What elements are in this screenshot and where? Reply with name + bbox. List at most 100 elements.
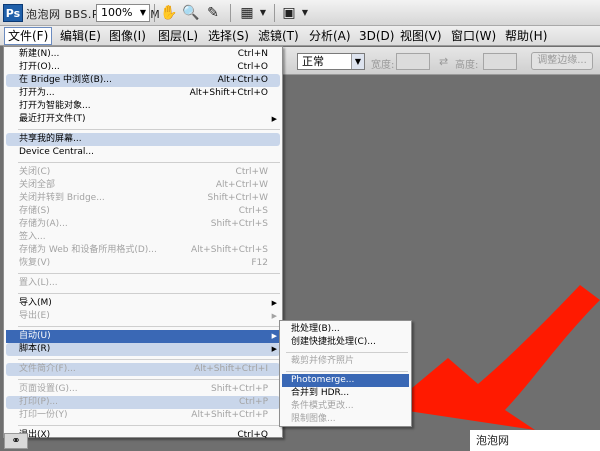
menu-item-shortcut: Ctrl+Q bbox=[237, 430, 268, 440]
menu-item: 存储为 Web 和设备所用格式(D)... Alt+Shift+Ctrl+S bbox=[6, 244, 280, 257]
menu-item-shortcut: Ctrl+P bbox=[239, 397, 268, 407]
automate-submenu: 批处理(B)... 创建快捷批处理(C)... 裁剪并修齐照片 Photomerge.… bbox=[279, 320, 412, 427]
menu-item-shortcut: Alt+Shift+Ctrl+P bbox=[191, 410, 268, 420]
menu-item-label: 存储为 Web 和设备所用格式(D)... bbox=[19, 245, 157, 255]
menu-item-shortcut: F12 bbox=[251, 258, 268, 268]
menu-item-shortcut: Shift+Ctrl+W bbox=[207, 193, 268, 203]
menu-item-shortcut: Alt+Shift+Ctrl+O bbox=[189, 88, 268, 98]
menu-item[interactable]: 脚本(R) ▶ bbox=[6, 343, 280, 356]
menu-item-label: 文件简介(F)... bbox=[19, 364, 76, 374]
menu-item-shortcut: Ctrl+W bbox=[235, 167, 268, 177]
menu-item[interactable]: 最近打开文件(T) ▶ bbox=[6, 113, 280, 126]
menu-item: 关闭(C) Ctrl+W bbox=[6, 166, 280, 179]
menu-separator bbox=[18, 359, 280, 360]
menu-item-label: 关闭并转到 Bridge... bbox=[19, 193, 105, 203]
menu-item-label: 打开为智能对象... bbox=[19, 101, 91, 111]
menu-separator bbox=[18, 273, 280, 274]
menu-item: 存储为(A)... Shift+Ctrl+S bbox=[6, 218, 280, 231]
menu-item-label: 最近打开文件(T) bbox=[19, 114, 86, 124]
menu-item-label: 打开(O)... bbox=[19, 62, 60, 72]
menu-item-label: 自动(U) bbox=[19, 331, 51, 341]
menu-item[interactable]: 打开为... Alt+Shift+Ctrl+O bbox=[6, 87, 280, 100]
menu-item[interactable]: 退出(X) Ctrl+Q bbox=[6, 429, 280, 442]
menu-item[interactable]: 打开(O)... Ctrl+O bbox=[6, 61, 280, 74]
menu-item-label: 导出(E) bbox=[19, 311, 50, 321]
menu-item: 签入... bbox=[6, 231, 280, 244]
menu-separator bbox=[286, 371, 408, 372]
menu-separator bbox=[18, 293, 280, 294]
menu-item-label: 共享我的屏幕... bbox=[19, 134, 82, 144]
menu-item: 文件简介(F)... Alt+Shift+Ctrl+I bbox=[6, 363, 280, 376]
menu-item: 限制图像... bbox=[282, 413, 409, 426]
submenu-arrow-icon: ▶ bbox=[271, 115, 277, 123]
menu-item-label: 合并到 HDR... bbox=[291, 388, 350, 398]
menu-item-shortcut: Shift+Ctrl+S bbox=[210, 219, 268, 229]
status-bar-icon[interactable]: ⚭ bbox=[4, 433, 28, 449]
menu-separator bbox=[18, 326, 280, 327]
menu-item-shortcut: Alt+Shift+Ctrl+S bbox=[191, 245, 268, 255]
menu-item-label: 创建快捷批处理(C)... bbox=[291, 337, 376, 347]
menu-item: 页面设置(G)... Shift+Ctrl+P bbox=[6, 383, 280, 396]
submenu-arrow-icon: ▶ bbox=[271, 312, 277, 320]
menu-separator bbox=[286, 352, 408, 353]
menu-item-label: Photomerge... bbox=[291, 375, 355, 385]
menu-item-label: 恢复(V) bbox=[19, 258, 51, 268]
menu-item-label: 打印一份(Y) bbox=[19, 410, 68, 420]
menu-item[interactable]: 导入(M) ▶ bbox=[6, 297, 280, 310]
submenu-arrow-icon: ▶ bbox=[271, 299, 277, 307]
menu-item[interactable]: 打开为智能对象... bbox=[6, 100, 280, 113]
menu-item[interactable]: 共享我的屏幕... bbox=[6, 133, 280, 146]
menu-item-label: 打开为... bbox=[19, 88, 55, 98]
menu-item: 裁剪并修齐照片 bbox=[282, 355, 409, 368]
menu-item: 打印一份(Y) Alt+Shift+Ctrl+P bbox=[6, 409, 280, 422]
menu-item: 存储(S) Ctrl+S bbox=[6, 205, 280, 218]
menu-item: 关闭全部 Alt+Ctrl+W bbox=[6, 179, 280, 192]
menu-item-label: 存储为(A)... bbox=[19, 219, 68, 229]
menu-item: 置入(L)... bbox=[6, 277, 280, 290]
menu-item[interactable]: 批处理(B)... bbox=[282, 323, 409, 336]
menu-item[interactable]: 自动(U) ▶ bbox=[6, 330, 280, 343]
menu-item-shortcut: Alt+Ctrl+W bbox=[215, 180, 268, 190]
menu-item-label: 打印(P)... bbox=[19, 397, 59, 407]
menu-item: 条件模式更改... bbox=[282, 400, 409, 413]
menu-separator bbox=[18, 379, 280, 380]
menu-item[interactable]: 合并到 HDR... bbox=[282, 387, 409, 400]
file-menu: 新建(N)... Ctrl+N 打开(O)... Ctrl+O 在 Bridge 中浏览… bbox=[3, 46, 283, 440]
menu-item-shortcut: Alt+Ctrl+O bbox=[217, 75, 268, 85]
menu-item-label: 裁剪并修齐照片 bbox=[291, 356, 355, 366]
menu-item[interactable]: 新建(N)... Ctrl+N bbox=[6, 48, 280, 61]
red-arrow-shape bbox=[388, 285, 600, 430]
watermark-bottom: 泡泡网 BBS.PCPOP.COM bbox=[470, 430, 600, 451]
menu-item-label: Device Central... bbox=[19, 147, 94, 157]
menu-item-shortcut: Ctrl+O bbox=[237, 62, 268, 72]
menu-item-label: 新建(N)... bbox=[19, 49, 60, 59]
menu-item: 打印(P)... Ctrl+P bbox=[6, 396, 280, 409]
menu-item-shortcut: Ctrl+N bbox=[237, 49, 268, 59]
menu-separator bbox=[18, 425, 280, 426]
menu-item: 导出(E) ▶ bbox=[6, 310, 280, 323]
menu-item: 恢复(V) F12 bbox=[6, 257, 280, 270]
menu-item-label: 在 Bridge 中浏览(B)... bbox=[19, 75, 112, 85]
menu-separator bbox=[18, 129, 280, 130]
submenu-arrow-icon: ▶ bbox=[271, 345, 277, 353]
menu-item[interactable]: 在 Bridge 中浏览(B)... Alt+Ctrl+O bbox=[6, 74, 280, 87]
menu-item-label: 限制图像... bbox=[291, 414, 336, 424]
menu-item-label: 脚本(R) bbox=[19, 344, 51, 354]
menu-item[interactable]: Photomerge... bbox=[282, 374, 409, 387]
menu-item-label: 关闭全部 bbox=[19, 180, 56, 190]
menu-item-label: 签入... bbox=[19, 232, 46, 242]
menu-separator bbox=[18, 162, 280, 163]
menu-item-label: 置入(L)... bbox=[19, 278, 58, 288]
menu-item: 关闭并转到 Bridge... Shift+Ctrl+W bbox=[6, 192, 280, 205]
menu-item-label: 页面设置(G)... bbox=[19, 384, 78, 394]
menu-item-label: 存储(S) bbox=[19, 206, 50, 216]
menu-item-label: 导入(M) bbox=[19, 298, 52, 308]
menu-item-shortcut: Shift+Ctrl+P bbox=[211, 384, 268, 394]
submenu-arrow-icon: ▶ bbox=[271, 332, 277, 340]
menu-item-shortcut: Ctrl+S bbox=[238, 206, 268, 216]
menu-item-label: 条件模式更改... bbox=[291, 401, 354, 411]
menu-item-label: 批处理(B)... bbox=[291, 324, 340, 334]
menu-item[interactable]: 创建快捷批处理(C)... bbox=[282, 336, 409, 349]
menu-item-shortcut: Alt+Shift+Ctrl+I bbox=[194, 364, 268, 374]
menu-item[interactable]: Device Central... bbox=[6, 146, 280, 159]
